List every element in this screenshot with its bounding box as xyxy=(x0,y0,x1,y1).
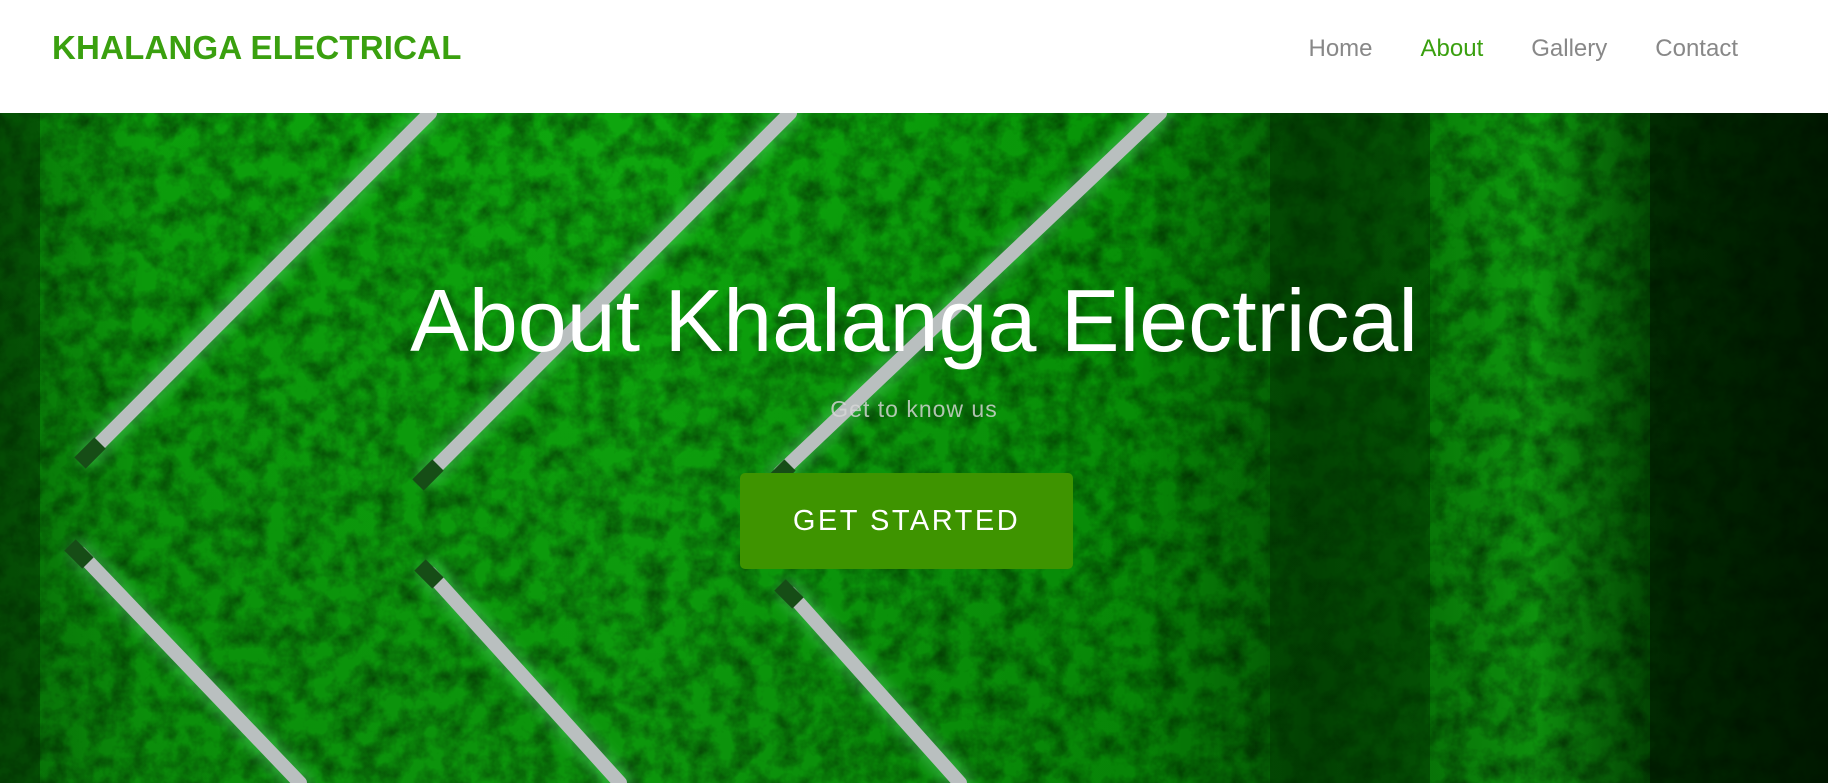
site-header: KHALANGA ELECTRICAL Home About Gallery C… xyxy=(0,0,1828,113)
brand-logo-link[interactable]: KHALANGA ELECTRICAL xyxy=(52,29,462,67)
get-started-button[interactable]: GET STARTED xyxy=(740,473,1073,569)
hero-section: About Khalanga Electrical Get to know us… xyxy=(0,113,1828,783)
hero-title: About Khalanga Electrical xyxy=(410,271,1418,370)
nav-home-link[interactable]: Home xyxy=(1309,35,1373,63)
nav-gallery-link[interactable]: Gallery xyxy=(1531,35,1607,63)
nav-about-link[interactable]: About xyxy=(1421,35,1484,63)
nav-contact-link[interactable]: Contact xyxy=(1655,35,1738,63)
main-nav: Home About Gallery Contact xyxy=(1261,35,1739,63)
hero-subtitle: Get to know us xyxy=(830,396,998,422)
hero-content: About Khalanga Electrical Get to know us… xyxy=(0,113,1828,783)
